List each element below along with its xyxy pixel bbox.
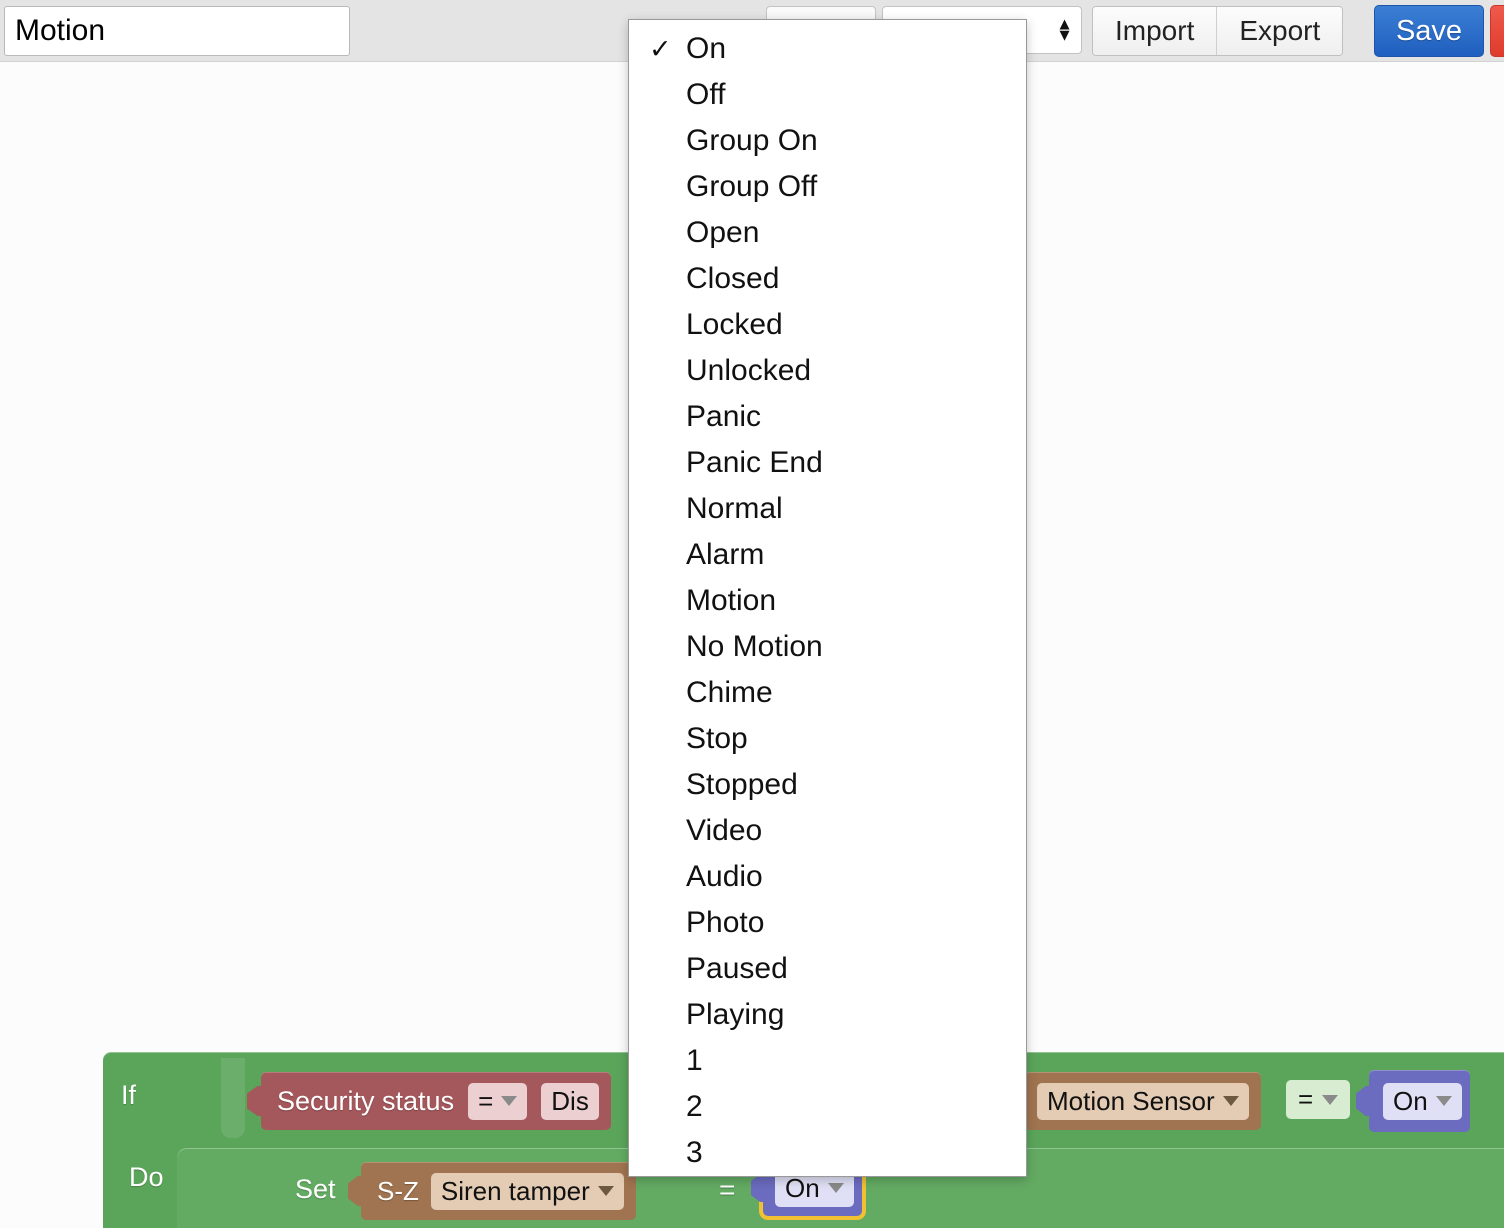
menu-item-label: Open: [686, 216, 760, 249]
chevron-down-icon: [597, 1186, 614, 1196]
menu-item[interactable]: Off: [629, 72, 1026, 118]
menu-item[interactable]: Panic: [629, 394, 1026, 440]
app-root: ▲▼ Import Export Save If Security status…: [0, 0, 1504, 1228]
import-export-group: Import Export: [1092, 6, 1344, 56]
if-slot-notch: [221, 1058, 245, 1138]
menu-item-label: Alarm: [686, 538, 765, 571]
menu-item[interactable]: Paused: [629, 946, 1026, 992]
menu-item-label: Playing: [686, 998, 785, 1031]
sensor-value-dropdown[interactable]: On: [1383, 1082, 1462, 1120]
menu-item-label: Audio: [686, 860, 763, 893]
menu-item-label: Locked: [686, 308, 783, 341]
chevron-down-icon: [1435, 1096, 1452, 1106]
menu-item-label: Photo: [686, 906, 765, 939]
security-status-operand-label: Security status: [277, 1085, 455, 1116]
menu-item[interactable]: No Motion: [629, 624, 1026, 670]
menu-item[interactable]: Stopped: [629, 762, 1026, 808]
import-button[interactable]: Import: [1093, 7, 1218, 55]
menu-item[interactable]: Photo: [629, 900, 1026, 946]
menu-item-label: Panic: [686, 400, 762, 433]
menu-item-label: Stop: [686, 722, 748, 755]
sensor-value-text: On: [1393, 1085, 1428, 1116]
sensor-operator-dropdown[interactable]: =: [1286, 1080, 1351, 1119]
device-prefix-label: S-Z: [377, 1175, 419, 1206]
chevron-down-icon: [501, 1096, 518, 1106]
menu-item-label: 1: [686, 1044, 703, 1077]
do-label: Do: [129, 1162, 164, 1192]
menu-item-label: 3: [686, 1136, 703, 1169]
menu-item-label: 2: [686, 1090, 703, 1123]
menu-item-label: Group Off: [686, 170, 818, 203]
set-device-block[interactable]: S-Z Siren tamper: [361, 1162, 636, 1220]
sensor-value-block[interactable]: On: [1369, 1070, 1470, 1132]
menu-item-label: Video: [686, 814, 763, 847]
security-status-compare-block[interactable]: Security status = Dis: [261, 1072, 611, 1130]
set-value-text: On: [785, 1172, 820, 1203]
menu-item-label: Paused: [686, 952, 788, 985]
security-status-value: Dis: [551, 1085, 589, 1116]
spinner-arrows-icon[interactable]: ▲ ▼: [1056, 16, 1073, 43]
menu-item[interactable]: 3: [629, 1130, 1026, 1176]
menu-item-label: Normal: [686, 492, 783, 525]
menu-item[interactable]: Closed: [629, 256, 1026, 302]
menu-item-label: Closed: [686, 262, 780, 295]
security-operator-dropdown[interactable]: =: [468, 1082, 528, 1120]
security-status-value-dropdown[interactable]: Dis: [541, 1082, 599, 1120]
menu-item-label: Group On: [686, 124, 818, 157]
set-operator-label: =: [719, 1174, 736, 1205]
menu-item[interactable]: 1: [629, 1038, 1026, 1084]
menu-item[interactable]: Panic End: [629, 440, 1026, 486]
menu-item[interactable]: Playing: [629, 992, 1026, 1038]
rule-name-input[interactable]: [4, 6, 350, 56]
device-name-dropdown[interactable]: Siren tamper: [430, 1172, 624, 1210]
security-operator-value: =: [478, 1085, 494, 1116]
device-name-value: Siren tamper: [440, 1175, 590, 1206]
menu-item[interactable]: Motion: [629, 578, 1026, 624]
menu-item-label: Off: [686, 78, 726, 111]
delete-button[interactable]: [1490, 5, 1504, 57]
menu-item[interactable]: Group On: [629, 118, 1026, 164]
menu-item[interactable]: Audio: [629, 854, 1026, 900]
sensor-operator-value: =: [1298, 1084, 1314, 1114]
check-icon: ✓: [649, 34, 672, 64]
menu-item[interactable]: Chime: [629, 670, 1026, 716]
chevron-down-icon: [1322, 1094, 1339, 1105]
menu-item[interactable]: Group Off: [629, 164, 1026, 210]
motion-sensor-block[interactable]: Motion Sensor: [1025, 1072, 1261, 1130]
menu-item[interactable]: ✓ On: [629, 26, 1026, 72]
menu-item[interactable]: Locked: [629, 302, 1026, 348]
menu-item-label: On: [686, 32, 727, 65]
motion-sensor-dropdown[interactable]: Motion Sensor: [1037, 1082, 1249, 1120]
menu-item-label: Motion: [686, 584, 777, 617]
value-dropdown-menu[interactable]: ✓ On Off Group On Group Off Open Closed Locked U…: [628, 19, 1027, 1177]
save-button[interactable]: Save: [1374, 5, 1484, 57]
menu-item[interactable]: Stop: [629, 716, 1026, 762]
motion-sensor-name: Motion Sensor: [1047, 1085, 1215, 1116]
menu-item-label: Panic End: [686, 446, 823, 479]
menu-item-label: Stopped: [686, 768, 798, 801]
menu-item[interactable]: 2: [629, 1084, 1026, 1130]
menu-item-label: Chime: [686, 676, 773, 709]
menu-item[interactable]: Normal: [629, 486, 1026, 532]
menu-item-label: Unlocked: [686, 354, 812, 387]
menu-item[interactable]: Open: [629, 210, 1026, 256]
export-button[interactable]: Export: [1217, 7, 1343, 55]
menu-item-label: No Motion: [686, 630, 823, 663]
menu-item[interactable]: Alarm: [629, 532, 1026, 578]
if-label: If: [121, 1080, 137, 1110]
chevron-down-icon: [1222, 1096, 1239, 1106]
chevron-down-icon: [827, 1183, 844, 1193]
menu-item[interactable]: Unlocked: [629, 348, 1026, 394]
set-label: Set: [295, 1174, 336, 1204]
menu-item[interactable]: Video: [629, 808, 1026, 854]
